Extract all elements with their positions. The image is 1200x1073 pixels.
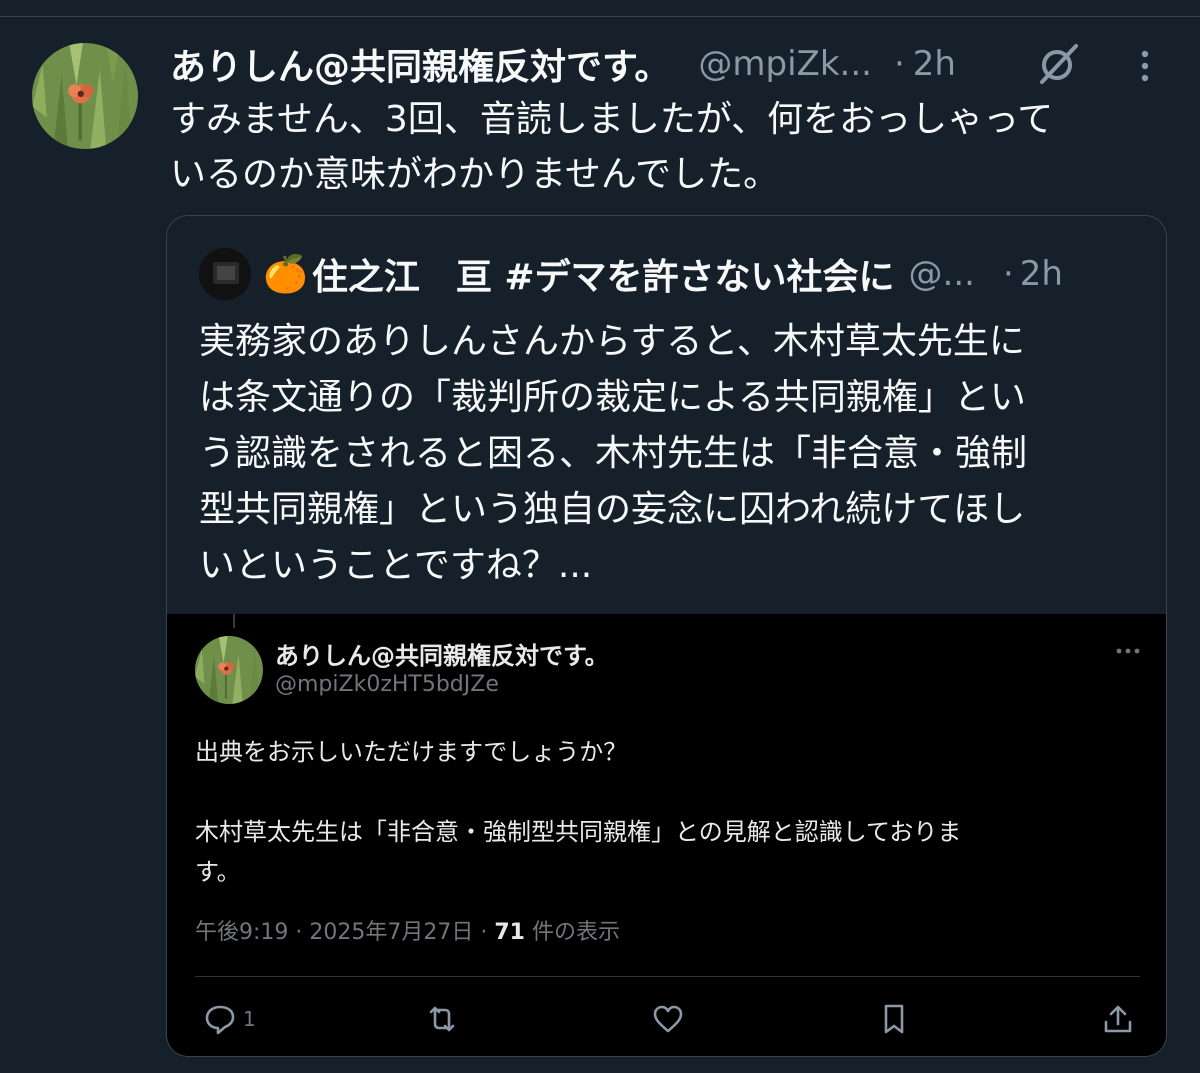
quote-avatar[interactable] <box>199 248 251 300</box>
screenshot-paragraph: 木村草太先生は「非合意・強制型共同親権」との見解と認識しておりま <box>195 818 962 846</box>
user-handle[interactable]: @mpiZk... <box>698 44 872 84</box>
view-count: 71 <box>494 920 525 945</box>
tangerine-emoji: 🍊 <box>263 254 308 295</box>
quote-avatar-image <box>199 248 251 300</box>
tweet-text-line: すみません、3回、音読しましたが、何をおっしゃって <box>170 99 1054 140</box>
screenshot-paragraph: す。 <box>195 858 241 886</box>
like-icon <box>653 1005 683 1033</box>
screenshot-avatar <box>195 636 263 704</box>
avatar[interactable] <box>32 43 138 149</box>
view-count-label: 件の表示 <box>524 920 620 945</box>
avatar-flower-image <box>195 636 263 704</box>
quote-text: 実務家のありしんさんからすると、木村草太先生に は条文通りの「裁判所の裁定による… <box>199 314 1149 594</box>
separator-dot: · <box>893 44 905 84</box>
separator-dot: · <box>1002 254 1014 294</box>
quote-tweet-card[interactable]: 🍊 住之江 亘 #デマを許さない社会に @... · 2h 実務家のありしんさん… <box>166 215 1167 1057</box>
top-divider <box>0 16 1200 17</box>
quote-text-line: 実務家のありしんさんからすると、木村草太先生に <box>199 321 1025 362</box>
quote-text-line: 型共同親権」という独自の妄念に囚われ続けてほし <box>199 489 1026 530</box>
tweet-header: ありしん@共同親権反対です。 @mpiZk... · 2h <box>170 36 1170 92</box>
quote-user-handle[interactable]: @... <box>909 254 975 294</box>
reply-action: 1 <box>203 996 256 1042</box>
like-action <box>651 996 685 1042</box>
quote-text-line: う認識をされると困る、木村先生は「非合意・強制 <box>199 433 1028 474</box>
screenshot-meta: 午後9:19 · 2025年7月27日 · 71 件の表示 <box>195 914 620 946</box>
bookmark-icon <box>884 1004 904 1034</box>
grok-icon[interactable] <box>1036 42 1080 86</box>
reply-count: 1 <box>243 1007 256 1031</box>
screenshot-paragraph: 出典をお示しいただけますでしょうか？ <box>195 738 628 766</box>
thread-line <box>233 614 235 628</box>
quote-timestamp[interactable]: 2h <box>1020 254 1063 294</box>
tweet-text: すみません、3回、音読しましたが、何をおっしゃって いるのか意味がわかりませんで… <box>170 92 1160 202</box>
quote-text-line: いということですね？... <box>199 545 593 586</box>
more-vertical-icon[interactable] <box>1130 46 1160 86</box>
screenshot-display-name: ありしん@共同親権反対です。 <box>275 642 609 670</box>
screenshot-time-date: 午後9:19 · 2025年7月27日 · <box>195 920 495 945</box>
tweet-text-line: いるのか意味がわかりませんでした。 <box>170 154 780 195</box>
screenshot-user-handle: @mpiZk0zHT5bdJZe <box>275 672 499 697</box>
share-icon <box>1104 1005 1132 1033</box>
screenshot-text: 出典をお示しいただけますでしょうか？ 木村草太先生は「非合意・強制型共同親権」と… <box>195 732 1135 892</box>
avatar-flower-image <box>32 43 138 149</box>
screenshot-action-bar: 1 <box>167 996 1166 1042</box>
attached-screenshot[interactable]: ありしん@共同親権反対です。 @mpiZk0zHT5bdJZe 出典をお示しいた… <box>167 614 1166 1056</box>
reply-icon <box>205 1005 235 1035</box>
more-horizontal-icon <box>1116 648 1140 654</box>
display-name[interactable]: ありしん@共同親権反対です。 <box>170 38 670 90</box>
quote-display-name[interactable]: 住之江 亘 #デマを許さない社会に <box>312 248 895 300</box>
retweet-icon <box>429 1006 455 1032</box>
quote-header: 🍊 住之江 亘 #デマを許さない社会に @... · 2h <box>263 246 1143 302</box>
timestamp[interactable]: 2h <box>913 44 956 84</box>
divider <box>195 976 1140 977</box>
share-action <box>1101 996 1135 1042</box>
quote-text-line: は条文通りの「裁判所の裁定による共同親権」とい <box>199 377 1026 418</box>
retweet-action <box>425 996 459 1042</box>
bookmark-action <box>877 996 911 1042</box>
